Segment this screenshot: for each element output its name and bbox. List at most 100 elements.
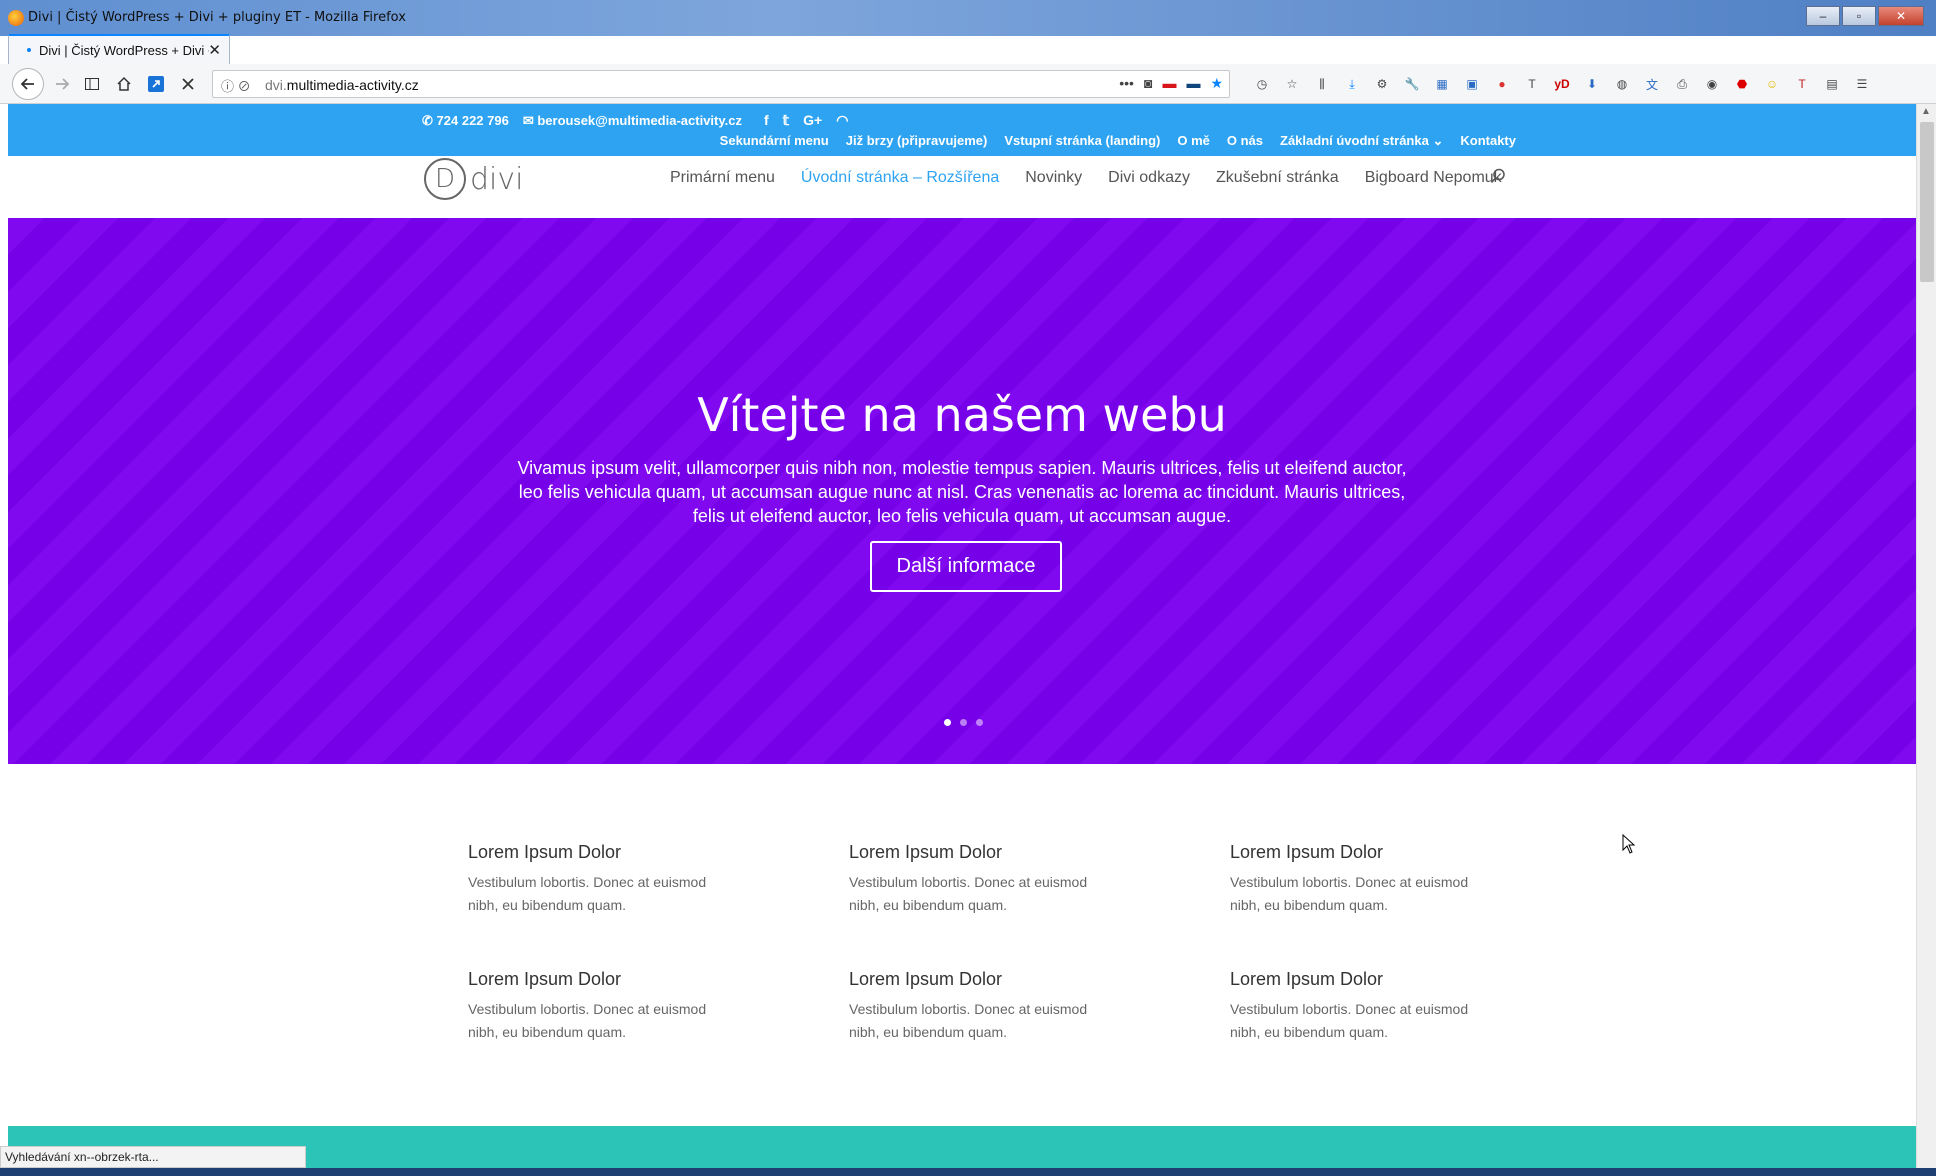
rss-icon[interactable]: ◠ — [836, 112, 848, 129]
forward-button[interactable] — [50, 72, 74, 96]
address-bar[interactable]: ⓘ ⊘ dvi.multimedia-activity.cz ••• ◙ ▬ ▬… — [212, 70, 1230, 98]
font-addon-icon[interactable]: T — [1792, 74, 1812, 94]
primary-menu-item[interactable]: Zkušební stránka — [1216, 169, 1339, 187]
stop-button[interactable] — [176, 72, 200, 96]
back-button[interactable] — [12, 68, 44, 100]
more-info-button[interactable]: Další informace — [870, 541, 1062, 592]
secondary-menu-item[interactable]: Vstupní stránka (landing) — [1004, 133, 1160, 149]
globe-addon-icon[interactable]: ◍ — [1612, 74, 1632, 94]
tab-active[interactable]: Divi | Čistý WordPress + Divi + pluginy … — [8, 34, 230, 64]
tab-label: Divi | Čistý WordPress + Divi + pluginy … — [39, 43, 209, 58]
window-controls: – ▫ ✕ — [1806, 6, 1924, 26]
close-window-button[interactable]: ✕ — [1878, 6, 1924, 26]
extension-icons: ◷ ☆ ⫼ ⤓ ⚙ 🔧 ▦ ▣ ● T yD ⬇ ◍ 文 ⎙ ◉ ⬣ ☺ T ▤… — [1252, 74, 1872, 94]
primary-menu-item[interactable]: Divi odkazy — [1108, 169, 1190, 187]
blurb-title: Lorem Ipsum Dolor — [468, 842, 622, 862]
mouse-cursor-icon — [1622, 834, 1636, 854]
primary-menu-item-active[interactable]: Úvodní stránka – Rozšířena — [801, 169, 999, 187]
home-button[interactable] — [112, 72, 136, 96]
site-logo[interactable]: D divi — [424, 158, 523, 200]
google-plus-icon[interactable]: G+ — [803, 112, 822, 129]
primary-menu-item[interactable]: Primární menu — [670, 169, 775, 187]
minimize-button[interactable]: – — [1806, 6, 1840, 26]
secondary-menu-item: Základní úvodní stránka — [1280, 133, 1429, 148]
bookmark-star-icon[interactable]: ★ — [1210, 75, 1223, 92]
page-scrollbar[interactable]: ▲ — [1916, 104, 1936, 1168]
primary-menu-item[interactable]: Bigboard Nepomuk — [1365, 169, 1502, 187]
page-actions-icon[interactable]: ••• — [1119, 75, 1134, 92]
translate-addon-icon[interactable]: 文 — [1642, 74, 1662, 94]
primary-menu: Primární menu Úvodní stránka – Rozšířena… — [670, 169, 1502, 187]
os-taskbar — [0, 1168, 1936, 1176]
primary-menu-item[interactable]: Novinky — [1025, 169, 1082, 187]
urlbar-actions: ••• ◙ ▬ ▬ ★ — [1119, 75, 1223, 92]
extension-button[interactable] — [144, 72, 168, 96]
secondary-menu-item[interactable]: Již brzy (připravujeme) — [846, 133, 988, 149]
phone-number: 724 222 796 — [436, 112, 509, 128]
tab-strip: Divi | Čistý WordPress + Divi + pluginy … — [0, 30, 1936, 64]
blurb-text: Vestibulum lobortis. Donec at euismod ni… — [849, 874, 1088, 913]
twitter-icon[interactable]: 𝕥 — [783, 112, 790, 129]
czech-flag-icon-2[interactable]: ▬ — [1186, 75, 1200, 92]
grid-icon[interactable]: ▦ — [1432, 74, 1452, 94]
red-addon-icon[interactable]: ● — [1492, 74, 1512, 94]
forward-arrow-icon — [56, 78, 70, 90]
window-title: Divi | Čistý WordPress + Divi + pluginy … — [28, 10, 406, 25]
reading-list-icon[interactable]: ☆ — [1282, 74, 1302, 94]
smiley-addon-icon[interactable]: ☺ — [1762, 74, 1782, 94]
slider-dots — [944, 719, 983, 726]
scrollbar-thumb[interactable] — [1920, 122, 1934, 282]
status-bar: Vyhledávání xn--obrzek-rta... — [0, 1146, 306, 1168]
save-addon-icon[interactable]: ⬇ — [1582, 74, 1602, 94]
library-icon[interactable]: ⫼ — [1312, 74, 1332, 94]
email-item[interactable]: ✉ berousek@multimedia-activity.cz — [523, 113, 742, 129]
secondary-menu-dropdown[interactable]: Základní úvodní stránka ⌄ — [1280, 133, 1443, 149]
url-subdomain: dvi. — [265, 77, 287, 93]
print-addon-icon[interactable]: ⎙ — [1672, 74, 1692, 94]
url-domain: multimedia-activity.cz — [286, 77, 419, 93]
history-icon[interactable]: ◷ — [1252, 74, 1272, 94]
slider-dot-1[interactable] — [944, 719, 951, 726]
site-info-icon[interactable]: ⓘ ⊘ — [221, 76, 251, 95]
facebook-icon[interactable]: f — [764, 112, 769, 129]
yd-addon-icon[interactable]: yD — [1552, 74, 1572, 94]
secondary-menu: Sekundární menu Již brzy (připravujeme) … — [720, 133, 1516, 149]
czech-flag-icon[interactable]: ▬ — [1162, 75, 1176, 92]
sidebar-button[interactable] — [80, 72, 104, 96]
blurb: Lorem Ipsum Dolor Vestibulum lobortis. Do… — [1230, 969, 1508, 1044]
phone-item[interactable]: ✆ 724 222 796 — [422, 113, 509, 129]
text-addon-icon[interactable]: T — [1522, 74, 1542, 94]
blurb: Lorem Ipsum Dolor Vestibulum lobortis. Do… — [1230, 842, 1508, 917]
email-address: berousek@multimedia-activity.cz — [537, 112, 742, 128]
pocket-icon[interactable]: ◙ — [1144, 75, 1152, 92]
blurb-text: Vestibulum lobortis. Donec at euismod ni… — [468, 1001, 707, 1040]
screenshot-icon[interactable]: ▣ — [1462, 74, 1482, 94]
new-tab-button[interactable]: + — [240, 36, 253, 62]
social-icons: f 𝕥 G+ ◠ — [764, 112, 848, 129]
top-info-bar: ✆ 724 222 796 ✉ berousek@multimedia-acti… — [8, 104, 1916, 156]
secondary-menu-item[interactable]: Kontakty — [1460, 133, 1516, 149]
info-addon-icon[interactable]: ▤ — [1822, 74, 1842, 94]
secondary-menu-item[interactable]: Sekundární menu — [720, 133, 829, 149]
firefox-icon — [8, 10, 24, 26]
blurb-text: Vestibulum lobortis. Donec at euismod ni… — [1230, 874, 1469, 913]
blurb-grid: Lorem Ipsum Dolor Vestibulum lobortis. Do… — [468, 842, 1508, 1044]
scroll-up-icon[interactable]: ▲ — [1921, 106, 1931, 117]
slider-dot-2[interactable] — [960, 719, 967, 726]
camera-addon-icon[interactable]: ◉ — [1702, 74, 1722, 94]
external-link-icon — [148, 76, 164, 92]
search-icon[interactable] — [1490, 168, 1506, 184]
wrench-icon[interactable]: 🔧 — [1402, 74, 1422, 94]
back-arrow-icon — [20, 78, 34, 90]
download-icon[interactable]: ⤓ — [1342, 74, 1362, 94]
addon-icon[interactable]: ⚙ — [1372, 74, 1392, 94]
blurb: Lorem Ipsum Dolor Vestibulum lobortis. Do… — [468, 842, 849, 917]
secondary-menu-item[interactable]: O nás — [1227, 133, 1263, 149]
blurb-title: Lorem Ipsum Dolor — [468, 969, 622, 989]
secondary-menu-item[interactable]: O mě — [1177, 133, 1210, 149]
slider-dot-3[interactable] — [976, 719, 983, 726]
tab-close-icon[interactable]: ✕ — [208, 41, 221, 59]
adblock-icon[interactable]: ⬣ — [1732, 74, 1752, 94]
menu-icon[interactable]: ☰ — [1852, 74, 1872, 94]
maximize-button[interactable]: ▫ — [1842, 6, 1876, 26]
